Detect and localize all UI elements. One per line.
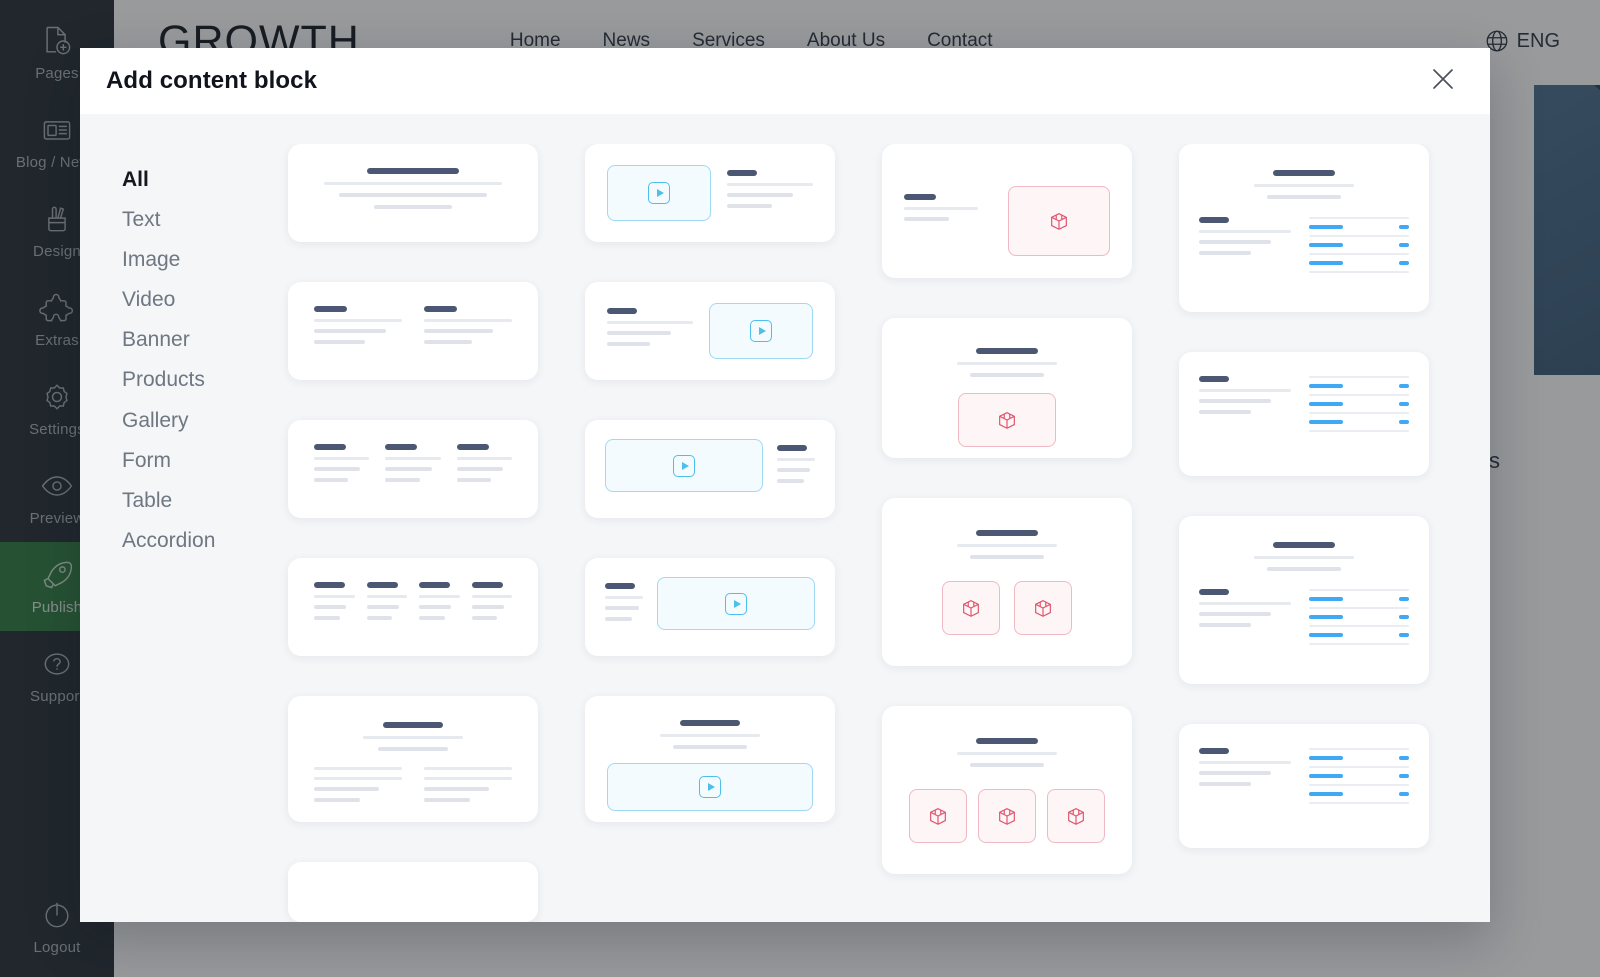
block-template-grid[interactable] (280, 144, 1490, 922)
play-icon (750, 320, 772, 342)
product-box-icon (930, 808, 946, 825)
product-box-icon (999, 412, 1015, 429)
block-video-right-text-left[interactable] (585, 282, 835, 380)
category-item-banner[interactable]: Banner (122, 328, 280, 351)
block-text-centered-heading-paragraph[interactable] (288, 144, 538, 242)
product-box-icon (1035, 600, 1051, 617)
column-table-blocks (1179, 144, 1429, 922)
product-placeholder (958, 393, 1056, 447)
app-root: Pages Blog / News Design Extras Settings… (0, 0, 1600, 977)
block-video-below-heading[interactable] (585, 696, 835, 822)
grid-columns (280, 144, 1450, 922)
block-text-block-partial[interactable] (288, 862, 538, 922)
category-item-products[interactable]: Products (122, 368, 280, 391)
category-item-gallery[interactable]: Gallery (122, 409, 280, 432)
video-placeholder (607, 763, 813, 811)
video-placeholder (709, 303, 813, 359)
block-product-single-centered[interactable] (882, 318, 1132, 458)
add-content-block-modal: Add content block All Text Image Video B… (80, 48, 1490, 922)
block-table-with-heading[interactable] (1179, 144, 1429, 312)
video-placeholder (657, 577, 815, 630)
category-item-accordion[interactable]: Accordion (122, 529, 280, 552)
video-placeholder (605, 439, 763, 492)
product-box-icon (1051, 213, 1067, 230)
block-product-single-right[interactable] (882, 144, 1132, 278)
block-table-with-heading-alt[interactable] (1179, 516, 1429, 684)
block-text-three-column[interactable] (288, 420, 538, 518)
category-list: All Text Image Video Banner Products Gal… (80, 144, 280, 922)
product-box-icon (963, 600, 979, 617)
column-text-blocks (288, 144, 538, 922)
close-icon (1428, 64, 1458, 99)
block-table-plain[interactable] (1179, 352, 1429, 476)
product-box-icon (999, 808, 1015, 825)
modal-body: All Text Image Video Banner Products Gal… (80, 114, 1490, 922)
product-placeholder (1047, 789, 1105, 843)
column-product-blocks (882, 144, 1132, 922)
category-item-video[interactable]: Video (122, 288, 280, 311)
product-placeholder (909, 789, 967, 843)
play-icon (699, 776, 721, 798)
category-item-image[interactable]: Image (122, 248, 280, 271)
block-video-wide-text-left[interactable] (585, 558, 835, 656)
play-icon (673, 454, 695, 477)
category-item-form[interactable]: Form (122, 449, 280, 472)
block-product-two-up[interactable] (882, 498, 1132, 666)
video-placeholder (607, 165, 711, 221)
block-video-wide-text-right[interactable] (585, 420, 835, 518)
product-placeholder (978, 789, 1036, 843)
column-video-blocks (585, 144, 835, 922)
block-table-plain-alt[interactable] (1179, 724, 1429, 848)
product-placeholder (1008, 186, 1110, 256)
category-item-all[interactable]: All (122, 168, 280, 191)
product-placeholder (942, 581, 1000, 635)
block-text-four-column[interactable] (288, 558, 538, 656)
close-button[interactable] (1426, 64, 1460, 98)
block-video-left-text-right[interactable] (585, 144, 835, 242)
modal-header: Add content block (80, 48, 1490, 114)
block-text-heading-with-two-columns[interactable] (288, 696, 538, 822)
play-icon (725, 592, 747, 615)
play-icon (648, 182, 670, 204)
product-placeholder (1014, 581, 1072, 635)
modal-title: Add content block (106, 67, 318, 94)
block-product-three-up[interactable] (882, 706, 1132, 874)
block-text-two-column[interactable] (288, 282, 538, 380)
product-box-icon (1068, 808, 1084, 825)
category-item-text[interactable]: Text (122, 208, 280, 231)
category-item-table[interactable]: Table (122, 489, 280, 512)
